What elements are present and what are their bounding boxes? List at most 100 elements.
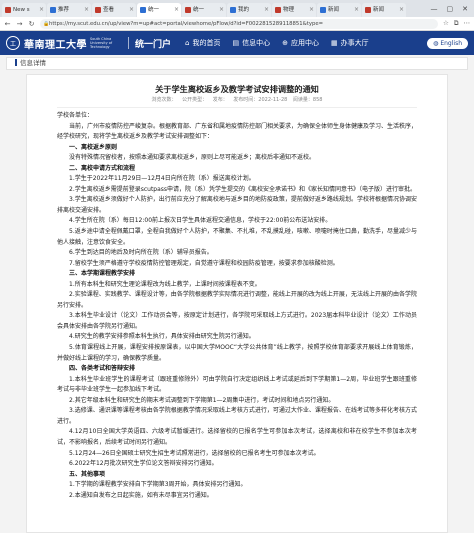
tab-close-icon[interactable]: × — [264, 3, 269, 17]
nav-item[interactable]: ▦ 办事大厅 — [331, 38, 369, 48]
paragraph: 6.学生到达目的地后及时向所在院（系）辅导员报告。 — [69, 249, 213, 257]
browser-tab[interactable]: 统一 × — [182, 3, 226, 17]
browser-tab[interactable]: 我的 × — [227, 3, 271, 17]
apps-icon: ⊕ — [282, 39, 288, 47]
breadcrumb-label: 信息详情 — [20, 59, 46, 67]
nav-item-label: 我的首页 — [192, 39, 221, 47]
nav-item[interactable]: ⌂ 我的首页 — [185, 38, 220, 48]
browser-tab[interactable]: 统一 × — [137, 3, 181, 17]
tab-close-icon[interactable]: × — [129, 3, 134, 17]
tab-label: 查看 — [103, 7, 115, 13]
paragraph: 1.本科生毕业班学生的课程考试（跟班重修除外）可由学院自行决定组织线上考试或延后… — [57, 375, 417, 394]
nav-item-label: 信息中心 — [242, 39, 271, 47]
paragraph: 3.选修课、通识课等课程考核由各学院根据教学情况采取线上考核方式进行，可通过大作… — [57, 407, 417, 425]
nav-item[interactable]: ⊕ 应用中心 — [282, 38, 319, 48]
paragraph: 2.本通知自发布之日起实施，如有未尽事宜另行通知。 — [69, 491, 213, 499]
forward-icon[interactable]: → — [16, 20, 23, 28]
english-button-label: English — [440, 39, 462, 47]
english-button[interactable]: ◍ English — [427, 37, 468, 49]
article-panel: 关于学生离校返乡及教学考试安排调整的通知 浏览次数： 公开类型： 发布： 发布时… — [26, 74, 448, 533]
tab-close-icon[interactable]: × — [399, 3, 404, 17]
tab-close-icon[interactable]: × — [309, 3, 314, 17]
article-title: 关于学生离校返乡及教学考试安排调整的通知 — [155, 84, 319, 94]
paragraph: 1.下学期的课程教学安排自下学期第3周开始，具体安排另行通知。 — [69, 481, 247, 489]
nav-item-label: 应用中心 — [290, 39, 319, 47]
browser-tab-strip: New s × 推荐 × 查看 × 统一 × 统一 × 我的 × 物理 × 新闻 × 新闻 × — ▢ ✕ — [0, 0, 474, 17]
tab-favicon-icon — [95, 7, 101, 13]
browser-tab[interactable]: New s × — [2, 3, 46, 17]
reload-icon[interactable]: ↻ — [28, 20, 35, 28]
minimize-icon[interactable]: — — [431, 5, 438, 13]
tab-label: 物理 — [283, 7, 295, 13]
hall-icon: ▦ — [330, 39, 338, 47]
browser-address-bar: ← → ↻ 🔒 https://my.scut.edu.cn/up/view?m… — [0, 17, 474, 31]
tab-label: 新闻 — [328, 7, 340, 13]
nav-item-label: 办事大厅 — [340, 39, 369, 47]
info-icon: ▤ — [232, 39, 240, 47]
section-heading: 四、各类考试和答辩安排 — [69, 365, 136, 373]
tab-favicon-icon — [275, 7, 281, 13]
tab-close-icon[interactable]: × — [219, 3, 224, 17]
breadcrumb: 信息详情 — [6, 57, 468, 70]
section-heading: 三、本学期课程教学安排 — [69, 270, 136, 278]
tab-favicon-icon — [5, 7, 11, 13]
section-heading: 二、离校申请方式和流程 — [69, 164, 136, 172]
paragraph: 4.12月10日全国大学英语四、六级考试暂缓进行。选择留校的已报名学生可参加本次… — [57, 428, 417, 446]
menu-icon[interactable]: ⋯ — [464, 19, 471, 28]
tab-close-icon[interactable]: × — [39, 3, 44, 17]
browser-tab[interactable]: 推荐 × — [47, 3, 91, 17]
paragraph: 5.体育课程线上开展，课程安排按原课表，以中国大学MOOC“大学公共体育”线上教… — [57, 344, 417, 362]
home-icon: ⌂ — [185, 39, 190, 47]
article-body: 学校各单位： 当前，广州市疫情防控严峻复杂。根据教育部、广东省和属地疫情防控部门相… — [57, 111, 417, 501]
maximize-icon[interactable]: ▢ — [447, 5, 454, 13]
paragraph: 4.研究生的教学安排参照本科生执行，具体安排由研究生院另行通知。 — [69, 333, 255, 341]
extensions-icon[interactable]: ⧉ — [454, 19, 459, 28]
university-name[interactable]: 華南理工大學 — [24, 36, 87, 51]
url-field[interactable]: 🔒 https://my.scut.edu.cn/up/view?m=up#ac… — [40, 18, 439, 29]
tab-favicon-icon — [230, 7, 236, 13]
tab-label: 统一 — [148, 7, 160, 13]
tab-label: New s — [13, 7, 30, 13]
paragraph: 6.2022年12月批次研究生学位论文答辩安排另行通知。 — [69, 460, 218, 468]
back-icon[interactable]: ← — [4, 20, 11, 28]
paragraph: 1.所有本科生和研究生理论课程改为线上教学，上课时间按课程表不变。 — [69, 280, 261, 288]
site-header: 工 華南理工大學 South China University of Techn… — [0, 31, 474, 55]
main-nav: ⌂ 我的首页 ▤ 信息中心 ⊕ 应用中心 ▦ 办事大厅 — [185, 38, 369, 48]
tab-close-icon[interactable]: × — [354, 3, 359, 17]
tab-favicon-icon — [320, 7, 326, 13]
paragraph: 当前，广州市疫情防控严峻复杂。根据教育部、广东省和属地疫情防控部门相关要求，为确… — [57, 122, 418, 141]
close-window-icon[interactable]: ✕ — [462, 5, 468, 13]
tab-close-icon[interactable]: × — [84, 3, 89, 17]
browser-tab[interactable]: 新闻 × — [362, 3, 406, 17]
lock-icon: 🔒 — [43, 20, 50, 27]
paragraph: 4.学生所在院（系）每日12:00前上报次日学生具体返程交通信息，学校于22:0… — [69, 217, 332, 225]
paragraph: 7.留校学生须严格遵守学校疫情防控管理规定，自觉遵守课程和校园防疫管理，按要求参… — [69, 259, 339, 267]
university-logo-icon: 工 — [6, 36, 20, 50]
browser-tab[interactable]: 查看 × — [92, 3, 136, 17]
window-controls: — ▢ ✕ — [431, 0, 474, 17]
globe-icon: ◍ — [433, 39, 439, 47]
paragraph: 5.返乡途中请全程佩戴口罩，全程自我做好个人防护，不聚集、不扎堆，不乱摸乱碰，咳… — [57, 228, 417, 246]
portal-name: 统一门户 — [135, 39, 172, 50]
university-english-name: South China University of Technology — [90, 37, 113, 49]
tab-favicon-icon — [185, 7, 191, 13]
section-heading: 一、离校返乡原则 — [69, 143, 118, 151]
paragraph: 2.学生离校返乡需提前登录scutpass申请，院（系）凭学生提交的《离校安全承… — [69, 185, 417, 193]
tab-label: 统一 — [193, 7, 205, 13]
logo-glyph: 工 — [9, 40, 16, 48]
tab-close-icon[interactable]: × — [174, 3, 179, 17]
breadcrumb-marker — [15, 59, 17, 66]
browser-tab[interactable]: 物理 × — [272, 3, 316, 17]
tab-favicon-icon — [140, 7, 146, 13]
tab-label: 我的 — [238, 7, 250, 13]
section-heading: 五、其他事项 — [69, 470, 106, 478]
paragraph: 1.学生于2022年11月29日—12月4日向所在院（系）报送离校计划。 — [69, 175, 255, 183]
paragraph: 2.实验课程、实践教学、课程设计等，由各学院根据教学实际情况进行调整，能线上开展… — [57, 291, 417, 309]
tab-favicon-icon — [365, 7, 371, 13]
paragraph: 5.12月24—26日全国硕士研究生招生考试照常进行，选择留校的已报名考生可参加… — [69, 449, 320, 457]
paragraph: 2.其它年级本科生和研究生的期末考试调整到下学期第1—2周集中进行，考试时间和地… — [69, 396, 335, 404]
nav-item[interactable]: ▤ 信息中心 — [232, 38, 270, 48]
tab-label: 推荐 — [58, 7, 70, 13]
browser-tab[interactable]: 新闻 × — [317, 3, 361, 17]
star-icon[interactable]: ☆ — [443, 19, 449, 28]
